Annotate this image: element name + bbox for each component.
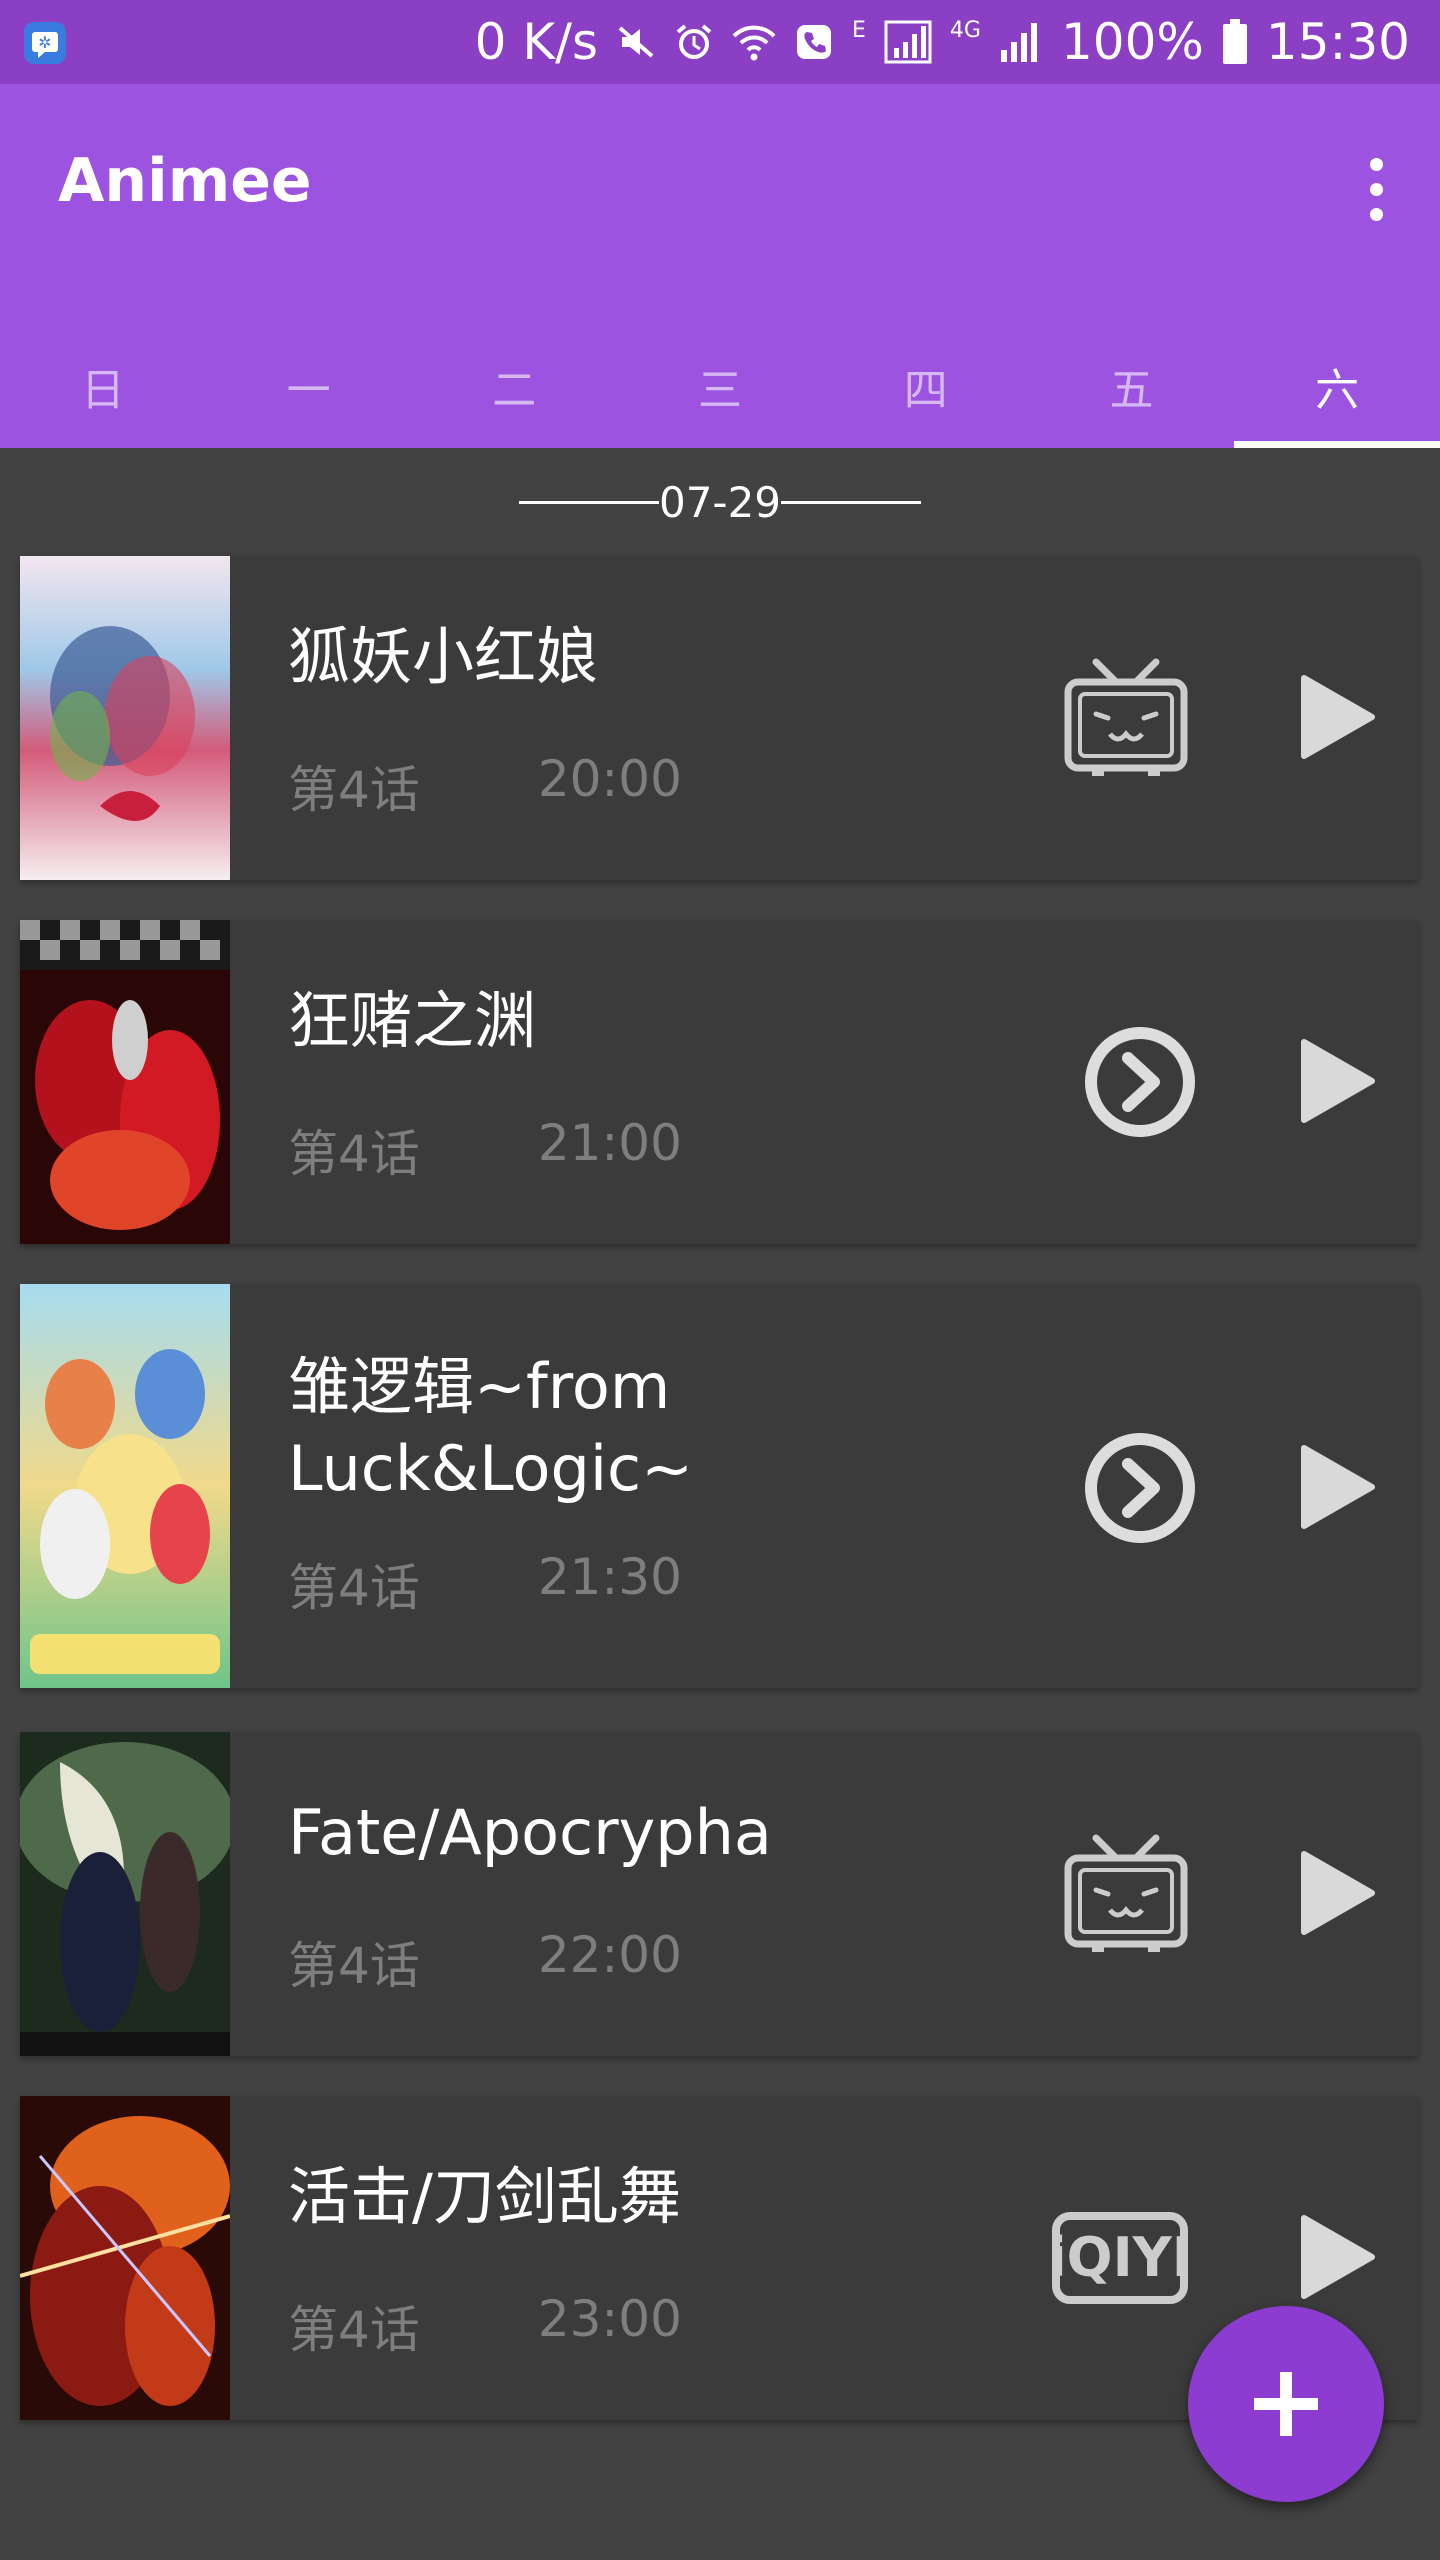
battery-percent: 100% bbox=[1060, 13, 1204, 71]
anime-poster bbox=[20, 2096, 230, 2420]
anime-card[interactable]: Fate/Apocrypha 第4话 22:00 bbox=[20, 1732, 1418, 2056]
episode-info: 第4话 23:00 bbox=[288, 2290, 682, 2362]
episode-info: 第4话 20:00 bbox=[288, 750, 682, 822]
status-icons: 0 K/s E 4G 100% 15:30 bbox=[475, 0, 1410, 84]
svg-text:iQIYI: iQIYI bbox=[1050, 2226, 1190, 2289]
plus-icon bbox=[1254, 2372, 1318, 2436]
weekday-tabs: 日 一 二 三 四 五 六 bbox=[0, 324, 1440, 448]
episode-number: 第4话 bbox=[288, 1125, 420, 1183]
alarm-icon bbox=[676, 24, 712, 59]
status-bar: ✲ 0 K/s E 4G 100% 15:30 bbox=[0, 0, 1440, 84]
tab-thursday[interactable]: 四 bbox=[823, 324, 1029, 448]
network-4g-label: 4G bbox=[949, 18, 981, 43]
anime-poster bbox=[20, 1284, 230, 1688]
episode-number: 第4话 bbox=[288, 1559, 420, 1617]
date-header: 07-29 bbox=[0, 470, 1440, 534]
anime-poster bbox=[20, 556, 230, 880]
signal-icon-2 bbox=[1000, 23, 1037, 62]
tab-sunday[interactable]: 日 bbox=[0, 324, 206, 448]
signal-icon-1 bbox=[884, 20, 932, 64]
circle-play-icon[interactable] bbox=[1070, 1012, 1210, 1152]
mute-icon bbox=[618, 26, 654, 58]
anime-card[interactable]: 狂赌之渊 第4话 21:00 bbox=[20, 920, 1418, 1244]
date-label: 07-29 bbox=[658, 477, 782, 527]
air-time: 21:30 bbox=[537, 1548, 682, 1606]
circle-play-icon[interactable] bbox=[1070, 1418, 1210, 1558]
anime-title: 活击/刀剑乱舞 bbox=[288, 2160, 681, 2233]
anime-title: 狂赌之渊 bbox=[288, 984, 537, 1057]
iqiyi-logo-icon[interactable]: iQIYI bbox=[1050, 2188, 1190, 2328]
overflow-dot bbox=[1369, 182, 1383, 196]
date-divider-right bbox=[781, 500, 922, 504]
air-time: 22:00 bbox=[537, 1926, 682, 1984]
wifi-icon bbox=[732, 25, 776, 61]
episode-number: 第4话 bbox=[288, 761, 420, 819]
overflow-dot bbox=[1369, 207, 1383, 221]
anime-card[interactable]: 雏逻辑~from Luck&Logic~ 第4话 21:30 bbox=[20, 1284, 1418, 1688]
app-notification-icon: ✲ bbox=[22, 20, 68, 66]
overflow-dot bbox=[1369, 157, 1383, 171]
play-button[interactable] bbox=[1298, 1038, 1378, 1124]
play-button[interactable] bbox=[1298, 2214, 1378, 2300]
tab-wednesday[interactable]: 三 bbox=[617, 324, 823, 448]
anime-title: 雏逻辑~from Luck&Logic~ bbox=[288, 1350, 694, 1505]
tab-tuesday[interactable]: 二 bbox=[411, 324, 617, 448]
anime-card[interactable]: 狐妖小红娘 第4话 20:00 bbox=[20, 556, 1418, 880]
tab-saturday[interactable]: 六 bbox=[1234, 324, 1440, 448]
bilibili-tv-icon[interactable] bbox=[1056, 1824, 1196, 1964]
anime-title: Fate/Apocrypha bbox=[288, 1796, 772, 1869]
episode-number: 第4话 bbox=[288, 2301, 420, 2359]
tab-friday[interactable]: 五 bbox=[1029, 324, 1235, 448]
clock: 15:30 bbox=[1265, 13, 1410, 71]
app-title: Animee bbox=[58, 146, 312, 216]
anime-poster bbox=[20, 1732, 230, 2056]
network-speed: 0 K/s bbox=[474, 13, 598, 71]
play-button[interactable] bbox=[1298, 1444, 1378, 1530]
add-button[interactable] bbox=[1188, 2306, 1384, 2502]
anime-poster bbox=[20, 920, 230, 1244]
svg-text:✲: ✲ bbox=[38, 33, 51, 52]
network-e-label: E bbox=[852, 18, 866, 43]
episode-info: 第4话 21:30 bbox=[288, 1548, 682, 1620]
anime-title: 狐妖小红娘 bbox=[288, 620, 599, 693]
air-time: 20:00 bbox=[537, 750, 682, 808]
date-divider-left bbox=[518, 500, 659, 504]
episode-info: 第4话 22:00 bbox=[288, 1926, 682, 1998]
battery-icon bbox=[1222, 19, 1247, 64]
air-time: 21:00 bbox=[537, 1114, 682, 1172]
bilibili-tv-icon[interactable] bbox=[1056, 648, 1196, 788]
play-button[interactable] bbox=[1298, 674, 1378, 760]
play-button[interactable] bbox=[1298, 1850, 1378, 1936]
tab-monday[interactable]: 一 bbox=[206, 324, 412, 448]
app-bar: Animee 日 一 二 三 四 五 六 bbox=[0, 84, 1440, 448]
overflow-menu-button[interactable] bbox=[1348, 144, 1404, 234]
episode-info: 第4话 21:00 bbox=[288, 1114, 682, 1186]
call-icon bbox=[797, 25, 831, 59]
episode-number: 第4话 bbox=[288, 1937, 420, 1995]
air-time: 23:00 bbox=[537, 2290, 682, 2348]
